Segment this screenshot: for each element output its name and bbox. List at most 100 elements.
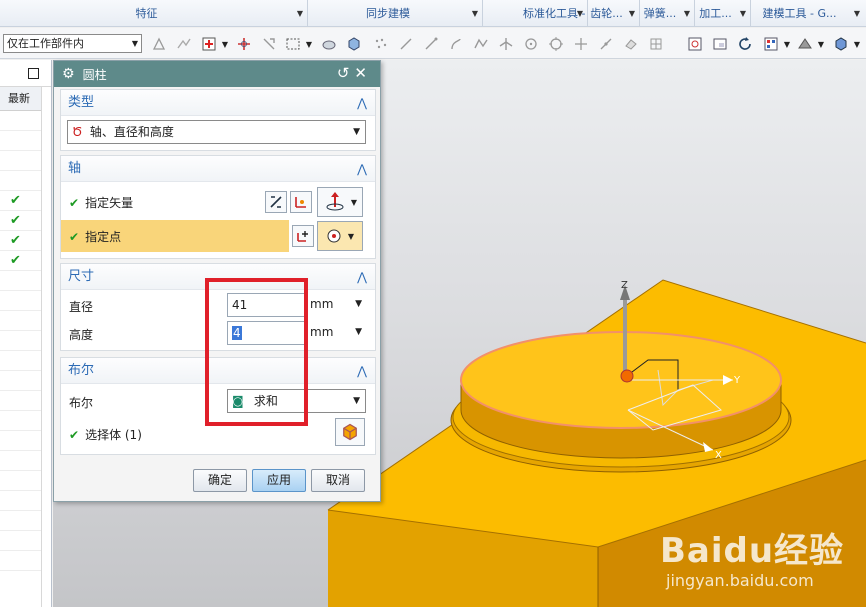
select-box-red-icon[interactable] bbox=[200, 35, 218, 53]
close-icon[interactable]: ✕ bbox=[354, 64, 372, 82]
reverse-direction-button[interactable] bbox=[265, 191, 287, 213]
circle-center-icon[interactable] bbox=[522, 35, 540, 53]
selection-scope-dropdown[interactable]: 仅在工作部件内 ▼ bbox=[3, 34, 142, 53]
cross-point-icon[interactable] bbox=[572, 35, 590, 53]
dropdown-caret-icon[interactable]: ▼ bbox=[305, 35, 313, 53]
point-type-dropdown[interactable]: ▼ bbox=[317, 221, 363, 251]
collapse-icon[interactable]: ⋀ bbox=[357, 90, 367, 116]
dropdown-caret-icon[interactable]: ▼ bbox=[783, 35, 791, 53]
list-item[interactable]: ✔ bbox=[0, 251, 41, 271]
type-dropdown[interactable]: Ծ 轴、直径和高度 ▼ bbox=[67, 120, 366, 144]
dropdown-caret-icon[interactable]: ▼ bbox=[853, 35, 861, 53]
dropdown-caret-icon: ▼ bbox=[347, 231, 355, 241]
dropdown-caret-icon: ▼ bbox=[576, 9, 583, 18]
ribbon-group-gear[interactable]: 齿轮... ▼ bbox=[588, 0, 640, 27]
list-item[interactable] bbox=[0, 411, 41, 431]
wrench-select-icon[interactable] bbox=[260, 35, 278, 53]
list-item[interactable] bbox=[0, 531, 41, 551]
list-item[interactable] bbox=[0, 551, 41, 571]
select-body-row[interactable]: ✔ 选择体 (1) bbox=[69, 426, 142, 443]
section-title: 轴 bbox=[68, 161, 82, 176]
specify-point-row[interactable]: ✔ 指定点 bbox=[61, 220, 289, 252]
latest-column-header[interactable]: 最新 bbox=[0, 87, 41, 111]
list-item[interactable] bbox=[0, 271, 41, 291]
ribbon-group-label: 建模工具 - G... bbox=[762, 7, 837, 20]
list-item[interactable] bbox=[0, 351, 41, 371]
watermark: Baidu经验 jingyan.baidu.com bbox=[660, 515, 860, 603]
list-item[interactable] bbox=[0, 451, 41, 471]
line-end-icon[interactable] bbox=[422, 35, 440, 53]
point-dialog-button[interactable] bbox=[292, 225, 314, 247]
list-item[interactable] bbox=[0, 131, 41, 151]
diameter-unit-dropdown[interactable]: mm ▼ bbox=[310, 293, 366, 317]
select-body-button[interactable] bbox=[335, 418, 365, 446]
intersection-icon[interactable] bbox=[497, 35, 515, 53]
point-filter-icon[interactable] bbox=[175, 35, 193, 53]
apply-button[interactable]: 应用 bbox=[252, 469, 306, 492]
list-item[interactable] bbox=[0, 291, 41, 311]
rectangle-select-icon[interactable] bbox=[284, 35, 302, 53]
maximize-icon[interactable] bbox=[28, 67, 39, 79]
checkmark-icon: ✔ bbox=[10, 253, 21, 268]
vector-type-dropdown[interactable]: ▼ bbox=[317, 187, 363, 217]
layout-grid-icon[interactable] bbox=[762, 35, 780, 53]
list-item[interactable] bbox=[0, 111, 41, 131]
screen-capture-icon[interactable] bbox=[711, 35, 729, 53]
list-item[interactable] bbox=[0, 311, 41, 331]
snap-feature-icon[interactable] bbox=[150, 35, 168, 53]
view-analysis-icon[interactable] bbox=[686, 35, 704, 53]
list-item[interactable]: ✔ bbox=[0, 211, 41, 231]
list-item[interactable] bbox=[0, 511, 41, 531]
type-section: 类型 ⋀ Ծ 轴、直径和高度 ▼ bbox=[60, 89, 376, 151]
line-icon[interactable] bbox=[397, 35, 415, 53]
arc-icon[interactable] bbox=[447, 35, 465, 53]
list-item[interactable] bbox=[0, 331, 41, 351]
ribbon-group-standard-tools[interactable]: 标准化工具 - G... ▼ bbox=[483, 0, 588, 27]
point-on-curve-icon[interactable] bbox=[597, 35, 615, 53]
ribbon-group-features[interactable]: 特征 ▼ bbox=[0, 0, 308, 27]
reset-icon[interactable]: ↺ bbox=[337, 64, 355, 82]
navigator-column: 最新 ✔ ✔ ✔ ✔ bbox=[0, 87, 42, 607]
list-item[interactable] bbox=[0, 431, 41, 451]
list-item[interactable] bbox=[0, 171, 41, 191]
refresh-icon[interactable] bbox=[736, 35, 754, 53]
list-item[interactable] bbox=[0, 391, 41, 411]
collapse-icon[interactable]: ⋀ bbox=[357, 156, 367, 182]
body-color-icon[interactable] bbox=[832, 35, 850, 53]
section-title: 布尔 bbox=[68, 363, 95, 378]
specify-vector-row[interactable]: ✔ 指定矢量 bbox=[69, 194, 133, 211]
vector-dialog-button[interactable] bbox=[290, 191, 312, 213]
list-item[interactable]: ✔ bbox=[0, 231, 41, 251]
select-crosshair-icon[interactable] bbox=[235, 35, 253, 53]
ribbon-group-modeling-tools[interactable]: 建模工具 - G... ▼ bbox=[751, 0, 866, 27]
cancel-button[interactable]: 取消 bbox=[311, 469, 365, 492]
list-item[interactable] bbox=[0, 471, 41, 491]
dialog-titlebar[interactable]: ⚙ 圆柱 ↺✕ bbox=[54, 61, 380, 87]
ribbon-group-machining[interactable]: 加工... ▼ bbox=[695, 0, 751, 27]
point-cloud-icon[interactable] bbox=[372, 35, 390, 53]
ok-button[interactable]: 确定 bbox=[193, 469, 247, 492]
car-body-icon[interactable] bbox=[320, 35, 338, 53]
height-unit-dropdown[interactable]: mm ▼ bbox=[310, 321, 366, 345]
quadrant-point-icon[interactable] bbox=[547, 35, 565, 53]
gear-icon: ⚙ bbox=[62, 66, 75, 82]
ribbon-group-sync-modeling[interactable]: 同步建模 ▼ bbox=[308, 0, 483, 27]
dropdown-caret-icon: ▼ bbox=[739, 9, 746, 18]
dropdown-caret-icon[interactable]: ▼ bbox=[221, 35, 229, 53]
list-item[interactable] bbox=[0, 371, 41, 391]
ribbon-group-spring[interactable]: 弹簧... ▼ bbox=[640, 0, 695, 27]
collapse-icon[interactable]: ⋀ bbox=[357, 264, 367, 290]
dropdown-caret-icon[interactable]: ▼ bbox=[817, 35, 825, 53]
axis-section-header[interactable]: 轴 ⋀ bbox=[61, 156, 375, 182]
grid-icon[interactable] bbox=[647, 35, 665, 53]
solid-body-icon[interactable] bbox=[345, 35, 363, 53]
list-item[interactable] bbox=[0, 491, 41, 511]
type-section-header[interactable]: 类型 ⋀ bbox=[61, 90, 375, 116]
boolean-label: 布尔 bbox=[69, 396, 94, 410]
spline-icon[interactable] bbox=[472, 35, 490, 53]
shaded-display-icon[interactable] bbox=[796, 35, 814, 53]
list-item[interactable]: ✔ bbox=[0, 191, 41, 211]
face-point-icon[interactable] bbox=[622, 35, 640, 53]
list-item[interactable] bbox=[0, 151, 41, 171]
collapse-icon[interactable]: ⋀ bbox=[357, 358, 367, 384]
